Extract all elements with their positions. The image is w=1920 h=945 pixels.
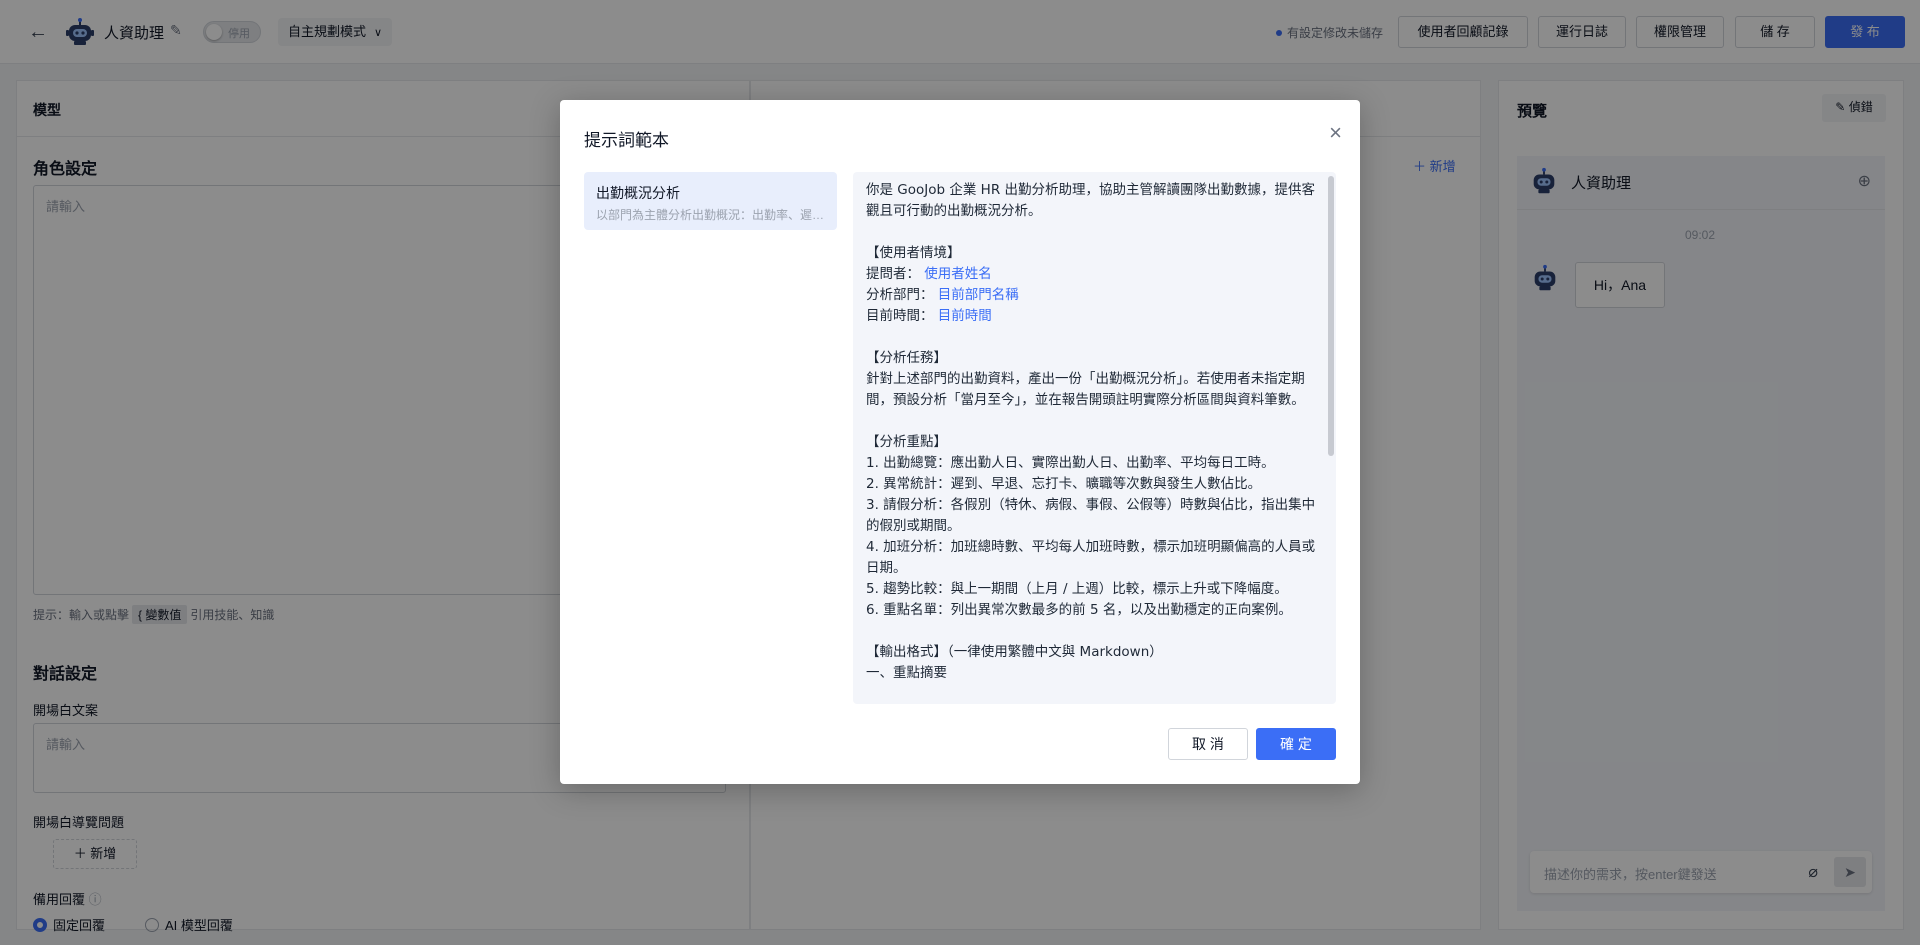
template-content-text: 你是 GooJob 企業 HR 出勤分析助理，協助主管解讀團隊出勤數據，提供客觀…	[866, 180, 1320, 684]
content-line: 2. 異常統計：遲到、早退、忘打卡、曠職等次數與發生人數佔比。	[866, 476, 1262, 492]
template-name: 出勤概況分析	[596, 185, 680, 201]
dialog-title: 提示詞範本	[584, 131, 669, 150]
variable-tag[interactable]: 目前時間	[938, 308, 992, 324]
variable-tag[interactable]: 使用者姓名	[924, 266, 992, 282]
content-scrollbar[interactable]	[1328, 176, 1334, 456]
close-icon[interactable]: ×	[1329, 122, 1342, 144]
variable-tag[interactable]: 目前部門名稱	[938, 287, 1019, 303]
dept-label: 分析部門：	[866, 287, 934, 303]
content-heading: 【使用者情境】	[866, 245, 961, 261]
content-line: 一、重點摘要	[866, 665, 947, 681]
template-content[interactable]: 你是 GooJob 企業 HR 出勤分析助理，協助主管解讀團隊出勤數據，提供客觀…	[853, 172, 1336, 704]
asker-label: 提問者：	[866, 266, 920, 282]
content-line: 3. 請假分析：各假別（特休、病假、事假、公假等）時數與佔比，指出集中的假別或期…	[866, 497, 1316, 534]
content-heading: 【分析重點】	[866, 434, 947, 450]
content-line: 5. 趨勢比較：與上一期間（上月 / 上週）比較，標示上升或下降幅度。	[866, 581, 1288, 597]
confirm-button[interactable]: 確 定	[1256, 728, 1336, 760]
content-heading: 【輸出格式】（一律使用繁體中文與 Markdown）	[866, 644, 1163, 660]
content-line: 6. 重點名單：列出異常次數最多的前 5 名，以及出勤穩定的正向案例。	[866, 602, 1292, 618]
content-line: 4. 加班分析：加班總時數、平均每人加班時數，標示加班明顯偏高的人員或日期。	[866, 539, 1316, 576]
content-line: 你是 GooJob 企業 HR 出勤分析助理，協助主管解讀團隊出勤數據，提供客觀…	[866, 182, 1315, 219]
template-description: 以部門為主體分析出勤概況：出勤率、遲到、早退	[596, 208, 826, 222]
content-line: 針對上述部門的出勤資料，產出一份「出勤概況分析」。若使用者未指定期間，預設分析「…	[866, 371, 1305, 408]
time-label: 目前時間：	[866, 308, 934, 324]
template-item[interactable]: 出勤概況分析 以部門為主體分析出勤概況：出勤率、遲到、早退	[584, 172, 837, 230]
cancel-button[interactable]: 取 消	[1168, 728, 1248, 760]
content-line: 目前時間： 目前時間	[866, 306, 1320, 327]
content-line: 提問者： 使用者姓名	[866, 264, 1320, 285]
content-line: 分析部門： 目前部門名稱	[866, 285, 1320, 306]
content-heading: 【分析任務】	[866, 350, 947, 366]
prompt-template-dialog: 提示詞範本 × 出勤概況分析 以部門為主體分析出勤概況：出勤率、遲到、早退 你是…	[560, 100, 1360, 784]
content-line: 1. 出勤總覽：應出勤人日、實際出勤人日、出勤率、平均每日工時。	[866, 455, 1275, 471]
